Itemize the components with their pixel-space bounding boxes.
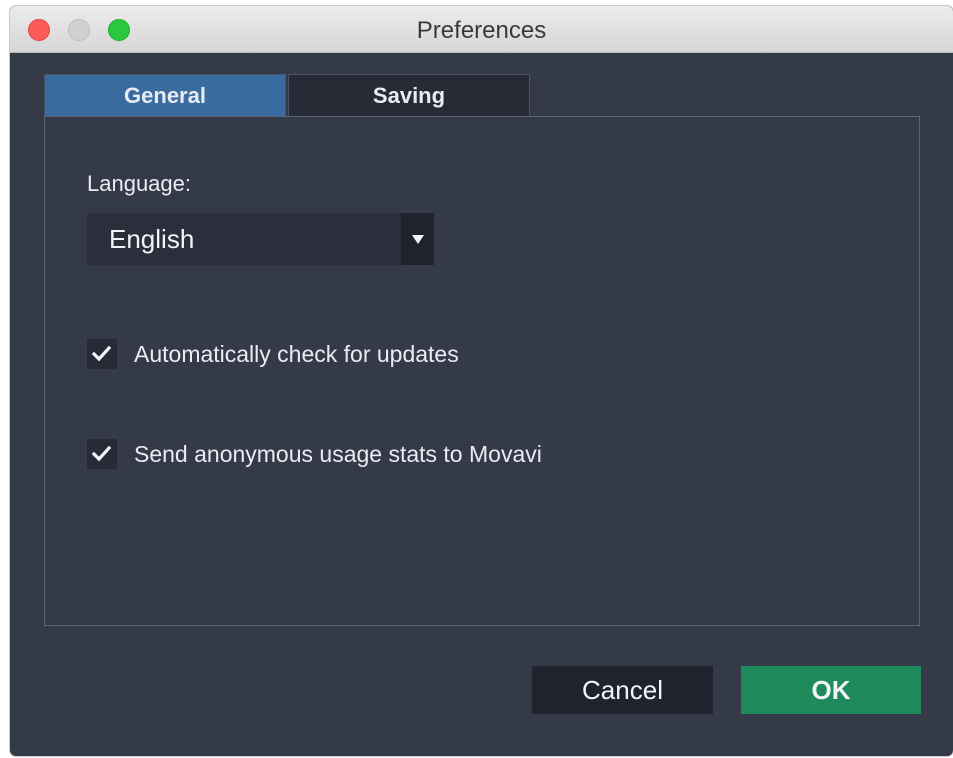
checkmark-icon	[91, 445, 112, 462]
ok-button[interactable]: OK	[741, 666, 921, 714]
language-selected-value: English	[109, 224, 195, 254]
preferences-window: Preferences General Saving Language: Eng…	[10, 6, 953, 756]
auto-update-label: Automatically check for updates	[134, 341, 459, 367]
usage-stats-checkbox[interactable]	[87, 439, 117, 469]
tab-saving[interactable]: Saving	[288, 74, 530, 116]
general-panel: Language: English Automatically check fo…	[44, 116, 920, 626]
language-label: Language:	[87, 171, 191, 196]
title-bar[interactable]: Preferences	[10, 6, 953, 53]
auto-update-checkbox[interactable]	[87, 339, 117, 369]
cancel-button[interactable]: Cancel	[532, 666, 713, 714]
usage-stats-label: Send anonymous usage stats to Movavi	[134, 441, 542, 467]
tab-general[interactable]: General	[44, 74, 286, 116]
triangle-down-icon[interactable]	[401, 213, 434, 265]
window-title: Preferences	[416, 17, 547, 44]
language-dropdown[interactable]: English	[87, 213, 434, 265]
checkmark-icon	[91, 345, 112, 362]
